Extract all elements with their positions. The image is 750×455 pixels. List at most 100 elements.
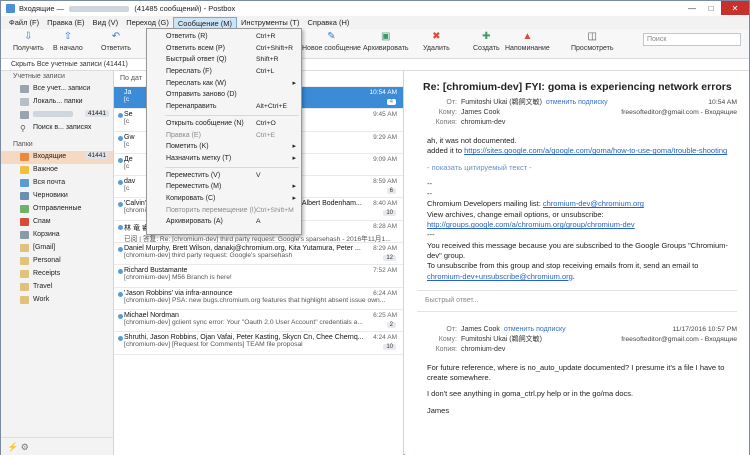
minimize-icon[interactable]: —	[683, 1, 701, 15]
sidebar-item-folder[interactable]: [Gmail]	[1, 242, 113, 255]
menu-item[interactable]: Ответить всем (P) Ctrl+Shift+R	[147, 43, 301, 55]
menu-edit[interactable]: Правка (E)	[43, 17, 88, 29]
sidebar-item-local-folders[interactable]: Локаль... папки	[1, 96, 113, 109]
message-row[interactable]: Daniel Murphy, Brett Wilson, danakj@chro…	[114, 243, 403, 266]
maximize-icon[interactable]: □	[702, 1, 720, 15]
sidebar-item-all-accounts[interactable]: Все учет... записи	[1, 83, 113, 96]
unsubscribe-email-link[interactable]: chromium-dev+unsubscribe@chromium.org	[427, 272, 573, 281]
menu-item[interactable]: Переместить (M) ▸	[147, 181, 301, 193]
sidebar-item-folder[interactable]: Корзина	[1, 229, 113, 242]
thread-count: 6	[386, 188, 396, 195]
sidebar-item-label: Важное	[33, 166, 58, 173]
menu-item: Повторить перемещение (I) Ctrl+Shift+M	[147, 205, 301, 217]
sidebar-item-label: Спам	[33, 218, 51, 225]
unread-dot-icon	[118, 157, 123, 163]
reply-button[interactable]: ↶ Ответить	[101, 31, 131, 53]
message-body: ah, it was not documented. added it to h…	[405, 128, 749, 282]
unsubscribe-link[interactable]: отменить подписку	[504, 326, 566, 333]
compose-icon: ✎	[327, 31, 336, 42]
sidebar-item-folder[interactable]: Вся почта	[1, 177, 113, 190]
message-row[interactable]: Shruthi, Jason Robbins, Ojan Vafai, Pete…	[114, 332, 403, 355]
folder-icon	[20, 192, 29, 200]
new-message-button[interactable]: ✎ Новое сообщение	[302, 31, 361, 53]
menu-item[interactable]: Копировать (C) ▸	[147, 193, 301, 205]
quick-reply-input[interactable]: Быстрый ответ...	[417, 289, 737, 312]
sidebar-item-folder[interactable]: Спам	[1, 216, 113, 229]
menu-item[interactable]: Назначить метку (T) ▸	[147, 153, 301, 165]
menu-help[interactable]: Справка (H)	[303, 17, 353, 29]
unsubscribe-notice: To unsubscribe from this group and stop …	[427, 261, 699, 271]
reminder-button[interactable]: ▲ Напоминание	[505, 32, 550, 53]
menu-item[interactable]: Архивировать (A) A	[147, 216, 301, 228]
menu-view[interactable]: Вид (V)	[89, 17, 123, 29]
thread-count: 10	[383, 344, 396, 351]
menu-message[interactable]: Сообщение (M)	[172, 16, 238, 29]
sidebar-item-account[interactable]: 41441	[1, 109, 113, 122]
message-row[interactable]: 'Jason Robbins' via infra-announce [chrom…	[114, 288, 403, 310]
sidebar-item-folder[interactable]: Work	[1, 294, 113, 307]
up-arrow-icon: ⇧	[63, 31, 73, 42]
menu-item[interactable]: Отправить заново (D)	[147, 89, 301, 101]
sidebar-item-search-accounts[interactable]: ⚲ Поиск в... записях	[1, 122, 113, 135]
menu-tools[interactable]: Инструменты (T)	[237, 17, 303, 29]
message-row[interactable]: Michael Nordman [chromium-dev] gclient sy…	[114, 310, 403, 333]
menu-item[interactable]: Открыть сообщение (N) Ctrl+O	[147, 118, 301, 130]
from-value[interactable]: Fumitoshi Ukai (鵜飼文敏)	[461, 99, 542, 106]
sidebar-item-folder[interactable]: Отправленные	[1, 203, 113, 216]
menu-go[interactable]: Переход (G)	[122, 17, 173, 29]
accounts-header[interactable]: Учетные записи	[1, 71, 113, 83]
body-text: added it to	[427, 146, 463, 156]
to-value[interactable]: James Cook	[461, 109, 500, 116]
menu-item-label: Отправить заново (D)	[166, 91, 237, 99]
mailing-list-link[interactable]: chromium-dev@chromium.org	[543, 199, 644, 208]
cc-value[interactable]: chromium-dev	[461, 119, 505, 126]
cc-value[interactable]: chromium-dev	[461, 346, 505, 353]
sidebar-item-folder[interactable]: Receipts	[1, 268, 113, 281]
archive-button[interactable]: ▣ Архивировать	[363, 32, 409, 53]
sidebar-item-folder[interactable]: Personal	[1, 255, 113, 268]
menu-file[interactable]: Файл (F)	[5, 17, 43, 29]
folder-icon	[20, 98, 29, 106]
sidebar-item-folder[interactable]: Черновики	[1, 190, 113, 203]
chevron-right-icon: ▸	[292, 194, 296, 202]
close-icon[interactable]: ✕	[721, 1, 749, 15]
show-quoted-link[interactable]: - показать цитируемый текст -	[427, 163, 729, 173]
accounts-filter-bar[interactable]: Скрыть Все учетные записи (41441)	[1, 59, 749, 71]
menu-item[interactable]: Пометить (K) ▸	[147, 141, 301, 153]
sidebar-item-folder[interactable]: Входящие 41441	[1, 151, 113, 164]
menu-item[interactable]: Быстрый ответ (Q) Shift+R	[147, 54, 301, 66]
sidebar-item-folder[interactable]: Travel	[1, 281, 113, 294]
menu-item[interactable]: Переслать (F) Ctrl+L	[147, 66, 301, 78]
gear-icon[interactable]: ⚙	[21, 442, 29, 452]
message-time: 7:52 AM	[373, 267, 397, 275]
mailing-list-label: Chromium Developers mailing list:	[427, 199, 541, 209]
to-value[interactable]: Fumitoshi Ukai (鵜飼文敏)	[461, 336, 542, 343]
sidebar-item-label: Локаль... папки	[33, 98, 83, 105]
app-window: Входящие — (41485 сообщений) - Postbox —…	[0, 0, 750, 455]
search-input[interactable]: Поиск	[643, 33, 741, 46]
reply-icon: ↶	[111, 31, 121, 42]
menu-item[interactable]: Переслать как (W) ▸	[147, 78, 301, 90]
group-link[interactable]: http://groups.google.com/a/chromium.org/…	[427, 220, 635, 229]
unread-dot-icon	[118, 313, 123, 319]
menu-item: Правка (E) Ctrl+E	[147, 130, 301, 142]
get-mail-button[interactable]: ⇩ Получить	[13, 32, 44, 53]
activity-icon[interactable]: ⚡	[7, 442, 18, 452]
view-button[interactable]: ◫ Просмотреть	[571, 32, 613, 53]
unsubscribe-link[interactable]: отменить подписку	[546, 99, 608, 106]
menu-item[interactable]: Переместить (V) V	[147, 170, 301, 182]
chevron-right-icon: ▸	[292, 79, 296, 87]
signature-separator: --	[427, 178, 432, 188]
menu-item-label: Ответить всем (P)	[166, 44, 225, 52]
delete-button[interactable]: ✖ Удалить	[423, 32, 450, 53]
menu-item[interactable]: Перенаправить Alt+Ctrl+E	[147, 101, 301, 113]
signature-separator: ---	[427, 230, 435, 240]
from-value[interactable]: James Cook	[461, 326, 500, 333]
sidebar-item-folder[interactable]: Важное	[1, 164, 113, 177]
menu-item[interactable]: Ответить (R) Ctrl+R	[147, 31, 301, 43]
create-button[interactable]: ✚ Создать	[473, 32, 500, 53]
body-link[interactable]: https://sites.google.com/a/google.com/go…	[464, 146, 727, 155]
top-button[interactable]: ⇧ В начало	[53, 31, 83, 53]
message-row[interactable]: Richard Bustamante [chromium-dev] M56 Bra…	[114, 265, 403, 288]
folders-header[interactable]: Папки	[1, 139, 113, 151]
